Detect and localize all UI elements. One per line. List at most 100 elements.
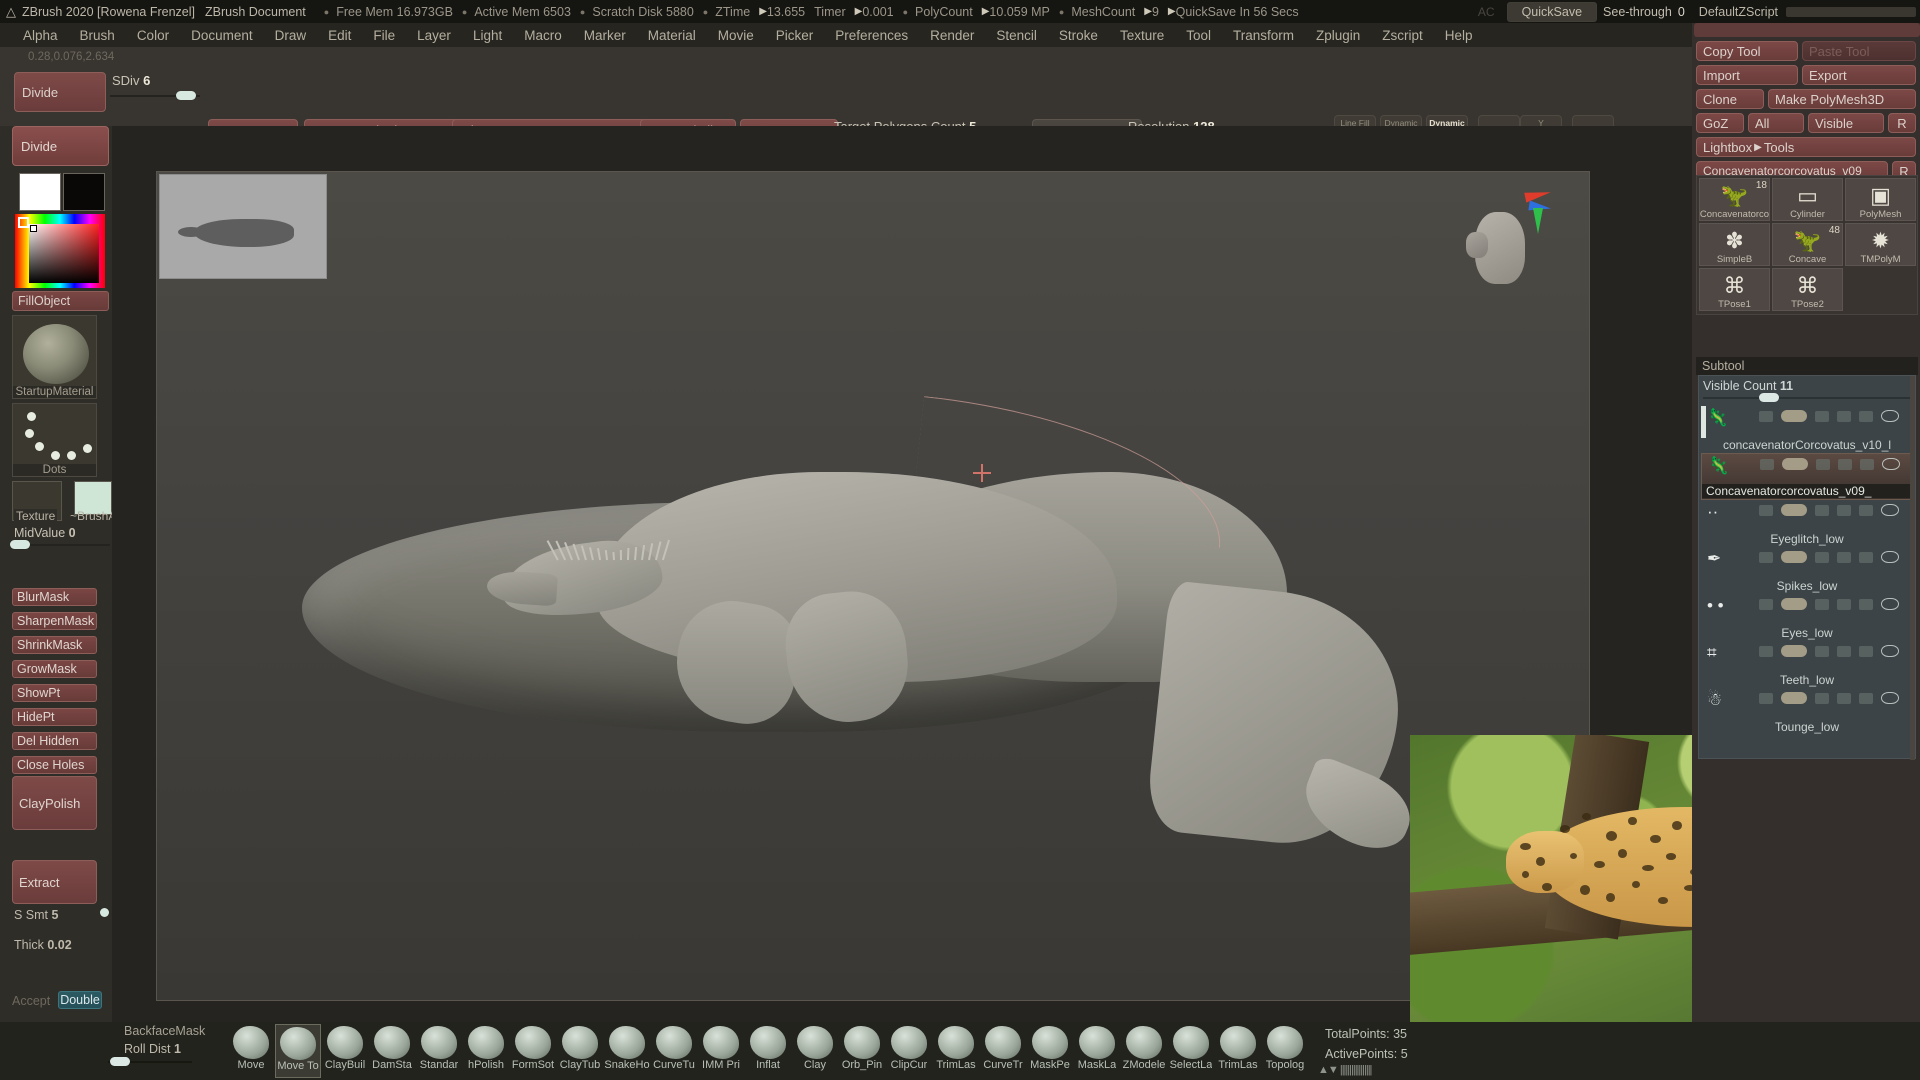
subtool-toggle-3[interactable] bbox=[1837, 646, 1851, 657]
subtool-toggle-0[interactable] bbox=[1759, 411, 1773, 422]
extract-double-button[interactable]: Double bbox=[58, 991, 102, 1009]
make-polymesh3d-button[interactable]: Make PolyMesh3D bbox=[1768, 89, 1916, 109]
menu-item-color[interactable]: Color bbox=[126, 26, 180, 45]
subtool-toggle-4[interactable] bbox=[1859, 693, 1873, 704]
subtool-toggle-5[interactable] bbox=[1881, 692, 1899, 704]
subtool-toggle-2[interactable] bbox=[1816, 459, 1830, 470]
menu-item-zscript[interactable]: Zscript bbox=[1371, 26, 1434, 45]
subtool-toggle-0[interactable] bbox=[1759, 599, 1773, 610]
lightbox-tools-button[interactable]: Lightbox ▶ Tools bbox=[1696, 137, 1916, 157]
quicksave-button[interactable]: QuickSave bbox=[1507, 2, 1597, 22]
secondary-color-swatch[interactable] bbox=[63, 173, 105, 211]
menu-item-draw[interactable]: Draw bbox=[264, 26, 318, 45]
brush-trimlas[interactable]: TrimLas bbox=[933, 1024, 979, 1078]
subtool-toggle-4[interactable] bbox=[1859, 646, 1873, 657]
extract-button[interactable]: Extract bbox=[12, 860, 97, 904]
brush-snakeho[interactable]: SnakeHo bbox=[604, 1024, 650, 1078]
subtool-toggle-4[interactable] bbox=[1859, 599, 1873, 610]
subtool-toggle-1[interactable] bbox=[1781, 645, 1807, 657]
tool-thumb-3[interactable]: ✽ SimpleB bbox=[1699, 223, 1770, 266]
mask-button-shrinkmask[interactable]: ShrinkMask bbox=[12, 636, 97, 654]
subtool-toggle-2[interactable] bbox=[1815, 599, 1829, 610]
menu-item-stencil[interactable]: Stencil bbox=[985, 26, 1048, 45]
tool-thumb-1[interactable]: ▭ Cylinder bbox=[1772, 178, 1843, 221]
brush-claytub[interactable]: ClayTub bbox=[557, 1024, 603, 1078]
tool-thumb-5[interactable]: ✹ TMPolyM bbox=[1845, 223, 1916, 266]
subtool-item-0[interactable]: 🦎 concavenatorCorcovatus_v10_l bbox=[1701, 406, 1913, 453]
visible-count-slider-track[interactable] bbox=[1703, 397, 1911, 399]
material-selector[interactable]: StartupMaterial bbox=[12, 315, 97, 399]
subtool-toggle-0[interactable] bbox=[1759, 552, 1773, 563]
subtool-item-5[interactable]: ⌗ Teeth_low bbox=[1701, 641, 1913, 688]
mask-button-close-holes[interactable]: Close Holes bbox=[12, 756, 97, 774]
subtool-toggle-3[interactable] bbox=[1838, 459, 1852, 470]
viewport-canvas[interactable] bbox=[156, 171, 1590, 1001]
subtool-toggle-0[interactable] bbox=[1760, 459, 1774, 470]
sdiv-slider-knob[interactable] bbox=[176, 91, 196, 100]
menu-item-zplugin[interactable]: Zplugin bbox=[1305, 26, 1371, 45]
subtool-toggle-1[interactable] bbox=[1781, 692, 1807, 704]
visible-count-slider-knob[interactable] bbox=[1759, 393, 1779, 402]
mask-button-growmask[interactable]: GrowMask bbox=[12, 660, 97, 678]
menu-item-marker[interactable]: Marker bbox=[573, 26, 637, 45]
brush-selectla[interactable]: SelectLa bbox=[1168, 1024, 1214, 1078]
menu-item-preferences[interactable]: Preferences bbox=[824, 26, 919, 45]
subtool-toggle-1[interactable] bbox=[1781, 504, 1807, 516]
menu-item-tool[interactable]: Tool bbox=[1175, 26, 1222, 45]
roll-dist-slider-knob[interactable] bbox=[110, 1057, 130, 1066]
subtool-toggle-4[interactable] bbox=[1859, 411, 1873, 422]
subtool-toggle-3[interactable] bbox=[1837, 693, 1851, 704]
subtool-toggle-1[interactable] bbox=[1782, 458, 1808, 470]
subtool-toggle-4[interactable] bbox=[1860, 459, 1874, 470]
brush-maskpe[interactable]: MaskPe bbox=[1027, 1024, 1073, 1078]
subtool-toggle-1[interactable] bbox=[1781, 551, 1807, 563]
menu-item-brush[interactable]: Brush bbox=[69, 26, 126, 45]
brush-move[interactable]: Move bbox=[228, 1024, 274, 1078]
import-button[interactable]: Import bbox=[1696, 65, 1798, 85]
subtool-scrollbar[interactable] bbox=[1910, 376, 1915, 760]
subtool-toggle-4[interactable] bbox=[1859, 552, 1873, 563]
tool-thumb-6[interactable]: ⌘ TPose1 bbox=[1699, 268, 1770, 311]
tool-thumb-7[interactable]: ⌘ TPose2 bbox=[1772, 268, 1843, 311]
color-picker[interactable] bbox=[15, 214, 105, 288]
subtool-panel-header[interactable]: Subtool bbox=[1696, 357, 1918, 375]
menu-item-help[interactable]: Help bbox=[1434, 26, 1484, 45]
subtool-toggle-3[interactable] bbox=[1837, 552, 1851, 563]
subtool-toggle-0[interactable] bbox=[1759, 693, 1773, 704]
zscript-progress-bar[interactable] bbox=[1786, 7, 1916, 17]
subtool-item-2[interactable]: ·· Eyeglitch_low bbox=[1701, 500, 1913, 547]
left-divide-button[interactable]: Divide bbox=[12, 126, 109, 166]
subtool-item-1[interactable]: 🦎 Concavenatorcorcovatus_v09_ bbox=[1701, 453, 1913, 500]
brush-topolog[interactable]: Topolog bbox=[1262, 1024, 1308, 1078]
brush-maskla[interactable]: MaskLa bbox=[1074, 1024, 1120, 1078]
color-picker-gradient[interactable] bbox=[29, 224, 99, 283]
menu-item-light[interactable]: Light bbox=[462, 26, 513, 45]
brush-orb_pin[interactable]: Orb_Pin bbox=[839, 1024, 885, 1078]
see-through-value[interactable]: 0 bbox=[1678, 5, 1685, 19]
fill-object-button[interactable]: FillObject bbox=[12, 291, 109, 311]
subtool-toggle-1[interactable] bbox=[1781, 410, 1807, 422]
default-zscript-label[interactable]: DefaultZScript bbox=[1699, 5, 1778, 19]
clone-button[interactable]: Clone bbox=[1696, 89, 1764, 109]
mask-button-blurmask[interactable]: BlurMask bbox=[12, 588, 97, 606]
mask-button-sharpenmask[interactable]: SharpenMask bbox=[12, 612, 97, 630]
subtool-toggle-1[interactable] bbox=[1781, 598, 1807, 610]
menu-item-edit[interactable]: Edit bbox=[317, 26, 362, 45]
brush-clipcur[interactable]: ClipCur bbox=[886, 1024, 932, 1078]
goz-r-button[interactable]: R bbox=[1888, 113, 1916, 133]
goz-all-button[interactable]: All bbox=[1748, 113, 1804, 133]
subtool-toggle-2[interactable] bbox=[1815, 505, 1829, 516]
brush-imm pri[interactable]: IMM Pri bbox=[698, 1024, 744, 1078]
subtool-toggle-2[interactable] bbox=[1815, 646, 1829, 657]
subtool-toggle-4[interactable] bbox=[1859, 505, 1873, 516]
divide-button[interactable]: Divide bbox=[14, 72, 106, 112]
subtool-toggle-2[interactable] bbox=[1815, 552, 1829, 563]
brush-standar[interactable]: Standar bbox=[416, 1024, 462, 1078]
tool-thumb-4[interactable]: 🦖 Concave 48 bbox=[1772, 223, 1843, 266]
subtool-toggle-5[interactable] bbox=[1882, 458, 1900, 470]
menu-item-document[interactable]: Document bbox=[180, 26, 264, 45]
tool-thumb-0[interactable]: 🦖 Concavenatorco 18 bbox=[1699, 178, 1770, 221]
accept-button[interactable]: Accept bbox=[12, 994, 50, 1008]
brush-move to[interactable]: Move To bbox=[275, 1024, 321, 1078]
brush-curvetr[interactable]: CurveTr bbox=[980, 1024, 1026, 1078]
